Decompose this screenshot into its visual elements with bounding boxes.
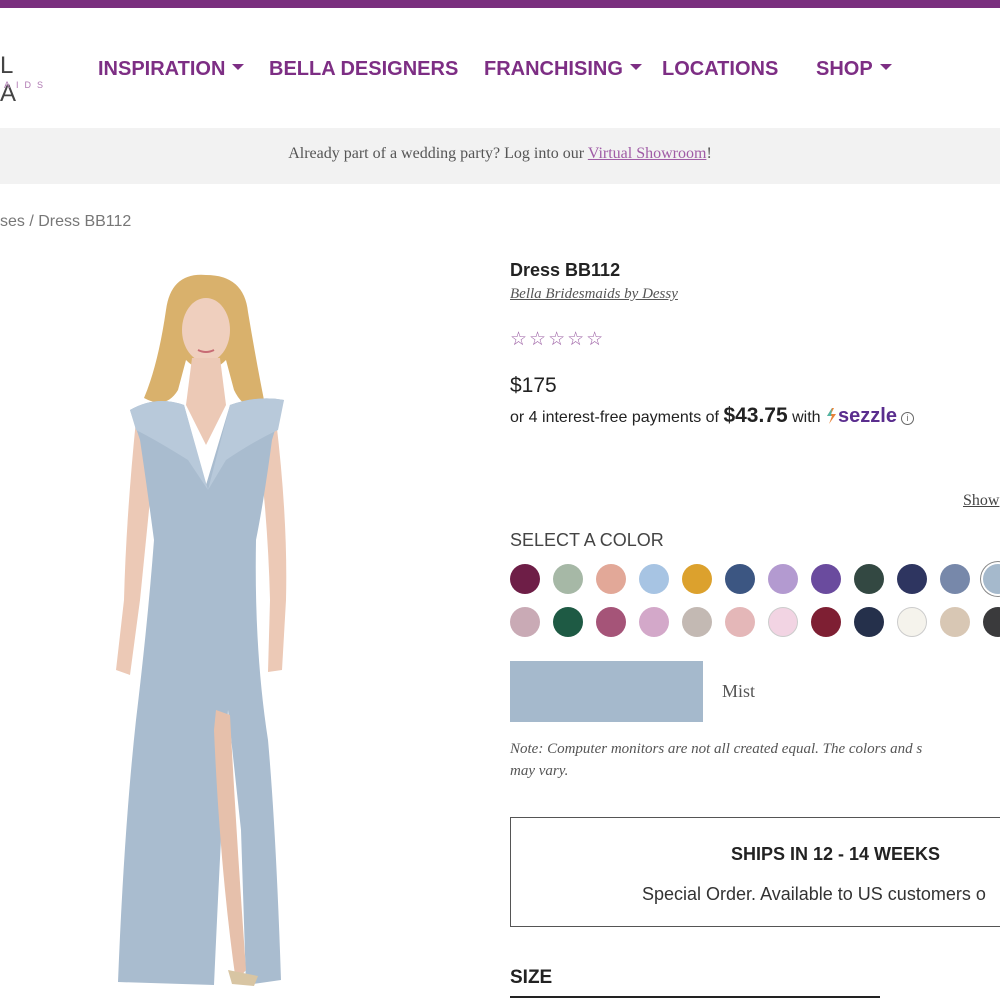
selected-color-preview [510,661,703,722]
product-image[interactable] [96,270,316,995]
color-swatch[interactable] [725,564,755,594]
nav-locations-label: LOCATIONS [662,58,779,80]
nav-shop-label: SHOP [816,58,873,80]
color-note-line-2: may vary. [510,763,569,779]
nav-franchising-label: FRANCHISING [484,58,623,80]
info-icon[interactable]: i [900,412,914,425]
sezzle-installments: or 4 interest-free payments of $43.75 wi… [510,404,914,428]
rating-stars[interactable]: ☆☆☆☆☆ [510,328,605,351]
color-note-line-1: Note: Computer monitors are not all crea… [510,741,923,757]
sezzle-logo[interactable]: sezzle [838,405,897,427]
virtual-showroom-link[interactable]: Virtual Showroom [588,145,707,162]
color-swatch[interactable] [768,607,798,637]
color-swatch[interactable] [983,607,1000,637]
color-swatch[interactable] [639,564,669,594]
installments-with: with [787,409,826,426]
size-divider [510,996,880,998]
nav-bella-designers-label: BELLA DESIGNERS [269,58,459,80]
color-swatch[interactable] [682,564,712,594]
color-swatch[interactable] [553,564,583,594]
color-swatch[interactable] [596,564,626,594]
logo-tagline: AIDS [4,80,50,90]
nav-bella-designers[interactable]: BELLA DESIGNERS [269,58,458,81]
color-swatch[interactable] [811,607,841,637]
color-swatch[interactable] [897,607,927,637]
color-swatch[interactable] [510,607,540,637]
breadcrumb[interactable]: ses / Dress BB112 [0,213,131,231]
chevron-down-icon [232,64,245,70]
product-title: Dress BB112 [510,260,621,280]
color-note: Note: Computer monitors are not all crea… [510,738,1000,782]
shipping-subtitle: Special Order. Available to US customers… [642,884,986,904]
size-label: SIZE [510,967,553,988]
installments-prefix: or 4 interest-free payments of [510,409,724,426]
color-swatch[interactable] [596,607,626,637]
color-swatch[interactable] [768,564,798,594]
banner-text: Already part of a wedding party? Log int… [0,145,1000,163]
nav-shop[interactable]: SHOP [816,58,892,81]
color-swatch[interactable] [940,564,970,594]
shipping-title: SHIPS IN 12 - 14 WEEKS [731,844,941,864]
designer-link[interactable]: Bella Bridesmaids by Dessy [510,286,678,303]
nav-inspiration-label: INSPIRATION [98,58,226,80]
color-swatch[interactable] [940,607,970,637]
color-swatch[interactable] [897,564,927,594]
color-swatch[interactable] [639,607,669,637]
top-accent-bar [0,0,1000,8]
virtual-showroom-banner: Already part of a wedding party? Log int… [0,128,1000,184]
chevron-down-icon [879,64,892,70]
banner-suffix: ! [706,145,712,162]
sezzle-icon [827,408,837,424]
product-price: $175 [510,374,557,397]
color-swatch[interactable] [725,607,755,637]
color-swatch[interactable] [983,564,1000,594]
chevron-down-icon [629,64,642,70]
installment-amount: $43.75 [723,404,788,427]
neck [186,358,226,445]
nav-franchising[interactable]: FRANCHISING [484,58,642,81]
select-color-label: SELECT A COLOR [510,530,664,550]
color-swatch[interactable] [854,607,884,637]
banner-message: Already part of a wedding party? Log int… [288,145,588,162]
nav-locations[interactable]: LOCATIONS [662,58,778,81]
color-swatch[interactable] [553,607,583,637]
site-logo[interactable]: L A AIDS [0,52,60,107]
color-swatch[interactable] [811,564,841,594]
color-swatch[interactable] [510,564,540,594]
selected-color-name: Mist [722,681,756,701]
color-swatch[interactable] [682,607,712,637]
nav-inspiration[interactable]: INSPIRATION [98,58,245,81]
color-swatch[interactable] [854,564,884,594]
shipping-info-box: SHIPS IN 12 - 14 WEEKS Special Order. Av… [510,817,1000,927]
show-link[interactable]: Show [963,492,999,510]
